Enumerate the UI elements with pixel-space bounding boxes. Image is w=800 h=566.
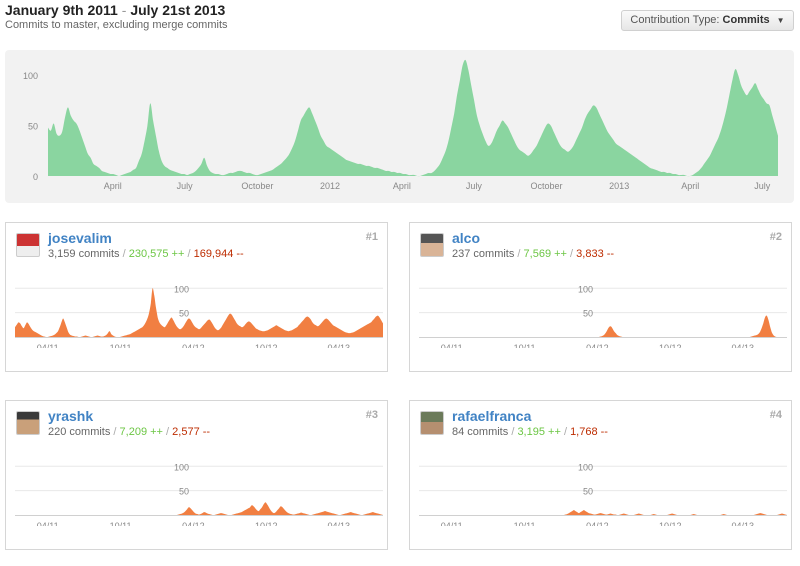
deletions-count: 2,577 -- [172, 426, 211, 438]
contributor-name[interactable]: josevalim [48, 230, 112, 246]
x-tick-label: 2013 [609, 181, 629, 191]
x-tick-label: April [393, 181, 411, 191]
contributor-name[interactable]: rafaelfranca [452, 408, 531, 424]
additions-count: 3,195 ++ [517, 426, 561, 438]
x-tick-label: July [466, 181, 483, 191]
x-tick-label: October [241, 181, 273, 191]
x-tick-label: 04/11 [37, 521, 59, 526]
commit-count: 237 commits [452, 248, 515, 260]
x-tick-label: 04/12 [182, 343, 205, 348]
series-area [15, 502, 383, 516]
contributor-name[interactable]: yrashk [48, 408, 93, 424]
contributor-card-4: rafaelfranca #4 84 commits / 3,195 ++ / … [409, 400, 792, 550]
avatar[interactable] [420, 411, 444, 435]
avatar[interactable] [420, 233, 444, 257]
x-tick-label: 04/13 [328, 343, 351, 348]
x-tick-label: July [177, 181, 194, 191]
x-tick-label: 04/11 [441, 343, 463, 348]
x-tick-label: 04/11 [441, 521, 463, 526]
contributor-stats: 220 commits / 7,209 ++ / 2,577 -- [48, 426, 211, 438]
contributor-name[interactable]: alco [452, 230, 480, 246]
x-tick-label: October [531, 181, 563, 191]
contributor-chart: 50 100 04/11 10/11 04/12 10/12 04/13 [15, 284, 383, 348]
y-tick-label: 50 [583, 309, 593, 319]
x-tick-label: July [754, 181, 771, 191]
deletions-count: 1,768 -- [570, 426, 608, 438]
deletions-count: 169,944 -- [193, 248, 244, 260]
x-tick-label: 04/12 [586, 343, 609, 348]
contributor-stats: 237 commits / 7,569 ++ / 3,833 -- [452, 248, 615, 260]
commit-count: 220 commits [48, 426, 111, 438]
deletions-count: 3,833 -- [576, 248, 615, 260]
contributor-card-2: alco #2 237 commits / 7,569 ++ / 3,833 -… [409, 222, 792, 372]
additions-count: 230,575 ++ [128, 248, 185, 260]
x-tick-label: 2012 [320, 181, 340, 191]
series-area [419, 510, 787, 516]
date-range-start: January 9th 2011 [5, 2, 118, 18]
x-tick-label: 10/11 [514, 521, 536, 526]
contributor-card-1: josevalim #1 3,159 commits / 230,575 ++ … [5, 222, 388, 372]
x-tick-label: 04/12 [182, 521, 205, 526]
contribution-type-value: Commits [722, 14, 770, 26]
contributor-rank: #1 [365, 231, 378, 243]
date-range-end: July 21st 2013 [130, 2, 226, 18]
x-tick-label: 04/12 [586, 521, 609, 526]
x-tick-label: 04/13 [732, 343, 755, 348]
avatar[interactable] [16, 411, 40, 435]
y-tick-label: 50 [28, 122, 38, 132]
x-tick-label: 10/11 [110, 343, 132, 348]
avatar[interactable] [16, 233, 40, 257]
x-tick-label: 04/13 [328, 521, 351, 526]
x-tick-label: 10/12 [659, 521, 682, 526]
overview-chart-panel: 0 50 100 April July October 2012 April July Octob… [5, 50, 794, 203]
contributor-rank: #3 [365, 409, 378, 421]
y-tick-label: 100 [578, 284, 593, 294]
contribution-type-dropdown[interactable]: Contribution Type: Commits ▼ [621, 10, 794, 31]
contributor-rank: #2 [769, 231, 782, 243]
page-title: January 9th 2011 - July 21st 2013 [5, 2, 225, 18]
y-tick-label: 100 [174, 284, 189, 294]
commit-count: 84 commits [452, 426, 509, 438]
contributor-chart: 50 100 04/11 10/11 04/12 10/12 04/13 [15, 462, 383, 526]
x-tick-label: 04/11 [37, 343, 59, 348]
x-tick-label: 10/12 [659, 343, 682, 348]
y-tick-label: 0 [33, 172, 38, 182]
additions-count: 7,209 ++ [119, 426, 163, 438]
page-subtitle: Commits to master, excluding merge commi… [5, 19, 228, 31]
additions-count: 7,569 ++ [523, 248, 567, 260]
y-tick-label: 100 [578, 462, 593, 472]
contributor-rank: #4 [769, 409, 782, 421]
y-tick-label: 100 [23, 71, 38, 81]
contributor-stats: 3,159 commits / 230,575 ++ / 169,944 -- [48, 248, 244, 260]
x-tick-label: 10/12 [255, 343, 278, 348]
x-tick-label: April [104, 181, 122, 191]
contributor-chart: 50 100 04/11 10/11 04/12 10/12 04/13 [419, 284, 787, 348]
overview-chart: 0 50 100 April July October 2012 April July Octob… [23, 59, 778, 191]
x-tick-label: 04/13 [732, 521, 755, 526]
y-tick-label: 100 [174, 462, 189, 472]
contributor-card-3: yrashk #3 220 commits / 7,209 ++ / 2,577… [5, 400, 388, 550]
series-area [419, 315, 787, 338]
y-tick-label: 50 [179, 309, 189, 319]
date-range-separator: - [121, 2, 127, 18]
contributor-chart: 50 100 04/11 10/11 04/12 10/12 04/13 [419, 462, 787, 526]
x-tick-label: 10/11 [110, 521, 132, 526]
x-tick-label: April [681, 181, 699, 191]
contributor-stats: 84 commits / 3,195 ++ / 1,768 -- [452, 426, 608, 438]
y-tick-label: 50 [583, 487, 593, 497]
contribution-type-label: Contribution Type: [630, 14, 720, 26]
series-area [48, 59, 778, 177]
x-tick-label: 10/12 [255, 521, 278, 526]
caret-down-icon: ▼ [776, 16, 785, 25]
y-tick-label: 50 [179, 487, 189, 497]
commit-count: 3,159 commits [48, 248, 120, 260]
x-tick-label: 10/11 [514, 343, 536, 348]
